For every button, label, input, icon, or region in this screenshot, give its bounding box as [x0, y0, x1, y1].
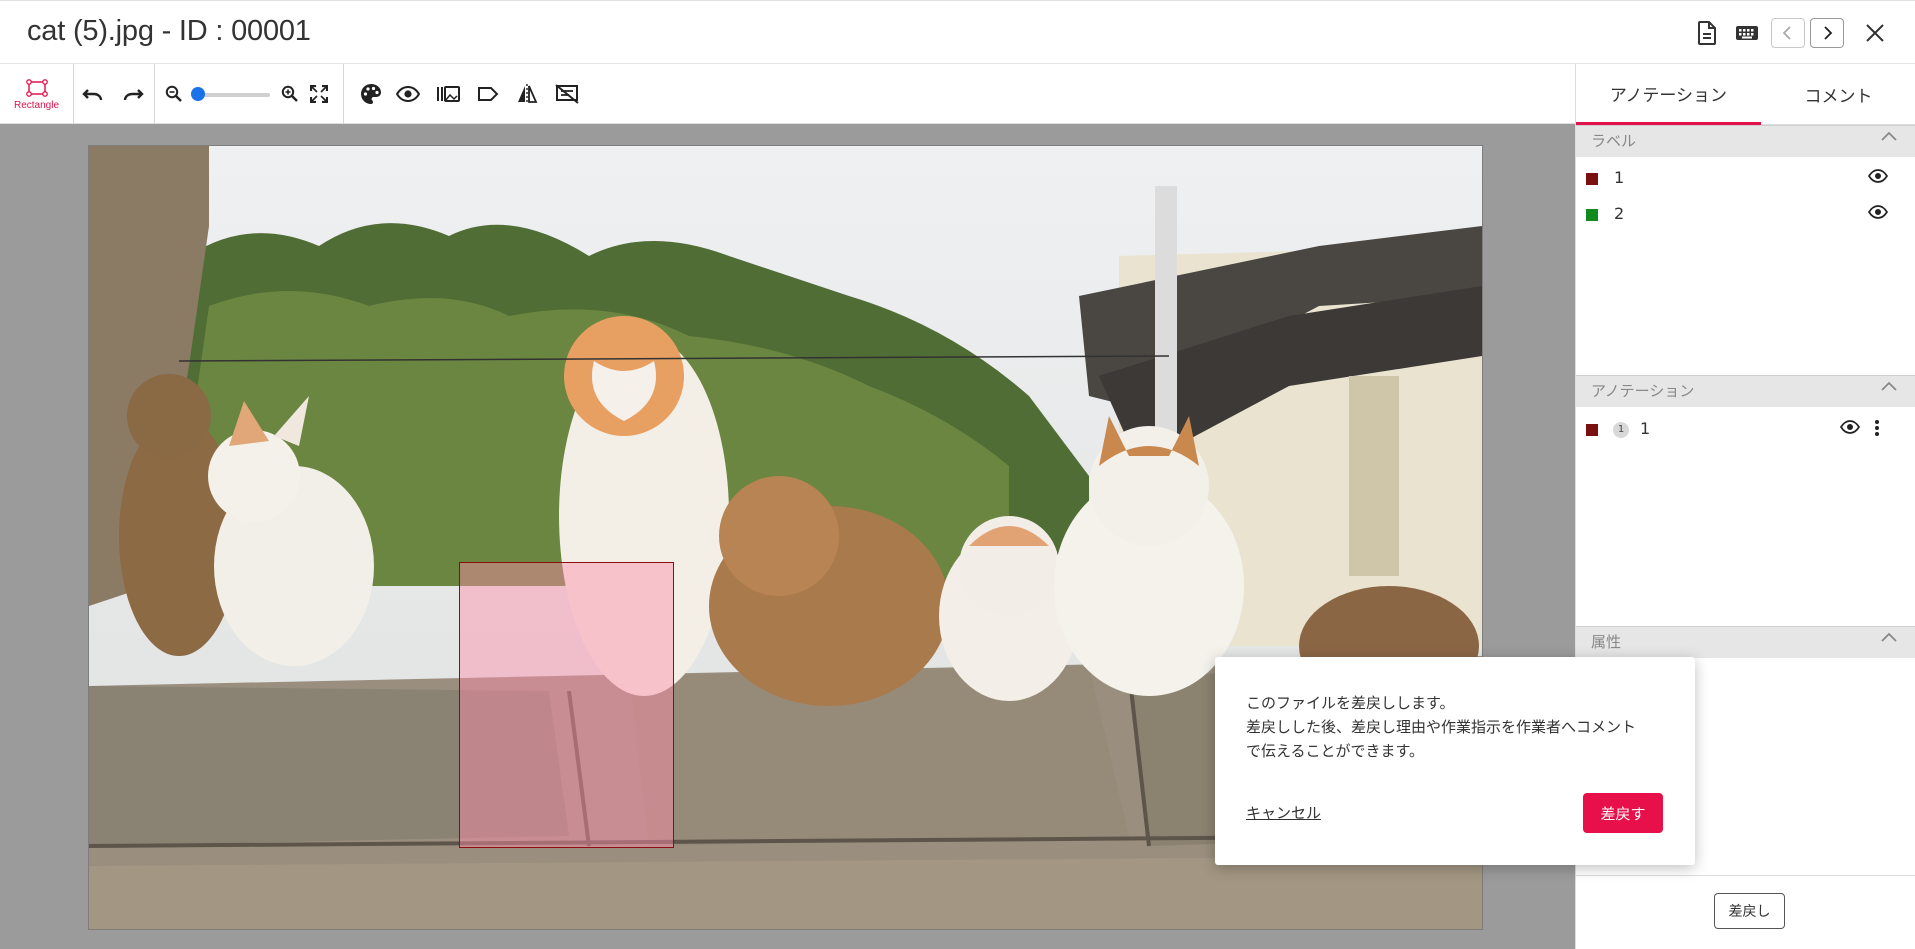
annotations-section-header[interactable]: アノテーション [1576, 375, 1915, 407]
page-title: cat (5).jpg - ID : 00001 [27, 15, 311, 47]
keyboard-icon[interactable] [1729, 15, 1765, 51]
document-icon[interactable] [1689, 15, 1725, 51]
label-row-1[interactable]: 1 [1576, 160, 1915, 196]
label-color-swatch [1586, 209, 1598, 221]
fit-screen-icon[interactable] [305, 80, 333, 108]
popover-message: このファイルを差戻しします。 差戻しした後、差戻し理由や作業指示を作業者へコメン… [1246, 691, 1676, 763]
annotation-bounding-box[interactable] [459, 562, 674, 848]
label-color-swatch [1586, 173, 1598, 185]
previous-file-button[interactable] [1771, 18, 1805, 48]
more-options-icon[interactable] [1874, 418, 1880, 438]
next-file-button[interactable] [1810, 18, 1844, 48]
zoom-slider-track[interactable] [196, 93, 270, 97]
palette-icon[interactable] [357, 80, 385, 108]
chevron-up-icon [1881, 381, 1897, 391]
zoom-out-icon[interactable] [160, 80, 188, 108]
chevron-up-icon [1881, 632, 1897, 642]
popover-message-line-2: 差戻しした後、差戻し理由や作業指示を作業者へコメント [1246, 718, 1637, 736]
label-name: 2 [1614, 204, 1625, 223]
zoom-slider-thumb[interactable] [191, 87, 205, 101]
label-icon[interactable] [474, 80, 502, 108]
panel-tabs: アノテーション コメント [1576, 64, 1915, 125]
chevron-left-icon [1782, 26, 1791, 40]
eye-icon[interactable] [1868, 169, 1888, 183]
cancel-link[interactable]: キャンセル [1246, 802, 1321, 823]
annotations-section-title: アノテーション [1591, 382, 1695, 400]
zoom-in-icon[interactable] [276, 80, 304, 108]
label-row-2[interactable]: 2 [1576, 196, 1915, 232]
undo-icon[interactable] [79, 80, 107, 108]
chevron-right-icon [1824, 26, 1833, 40]
popover-message-line-3: で伝えることができます。 [1246, 742, 1425, 760]
bars-icon[interactable] [434, 80, 462, 108]
hide-labels-icon[interactable] [553, 80, 581, 108]
flip-icon[interactable] [513, 80, 541, 108]
popover-message-line-1: このファイルを差戻しします。 [1246, 694, 1455, 712]
title-bar: cat (5).jpg - ID : 00001 [0, 0, 1915, 64]
annotation-index-badge: 1 [1613, 422, 1629, 438]
labels-section-title: ラベル [1591, 132, 1637, 150]
rectangle-tool-label: Rectangle [13, 99, 60, 111]
return-confirmation-popover: このファイルを差戻しします。 差戻しした後、差戻し理由や作業指示を作業者へコメン… [1215, 657, 1695, 865]
chevron-up-icon [1881, 131, 1897, 141]
eye-icon[interactable] [1840, 420, 1860, 434]
close-icon[interactable] [1857, 15, 1893, 51]
annotation-label: 1 [1640, 419, 1651, 438]
redo-icon[interactable] [119, 80, 147, 108]
rectangle-icon [25, 78, 48, 97]
rectangle-tool-button[interactable]: Rectangle [0, 64, 74, 124]
return-file-button[interactable]: 差戻し [1714, 893, 1785, 929]
labels-section-header[interactable]: ラベル [1576, 125, 1915, 157]
tab-comment[interactable]: コメント [1761, 64, 1915, 125]
annotation-row-1[interactable]: 1 1 [1576, 411, 1915, 447]
attributes-section-title: 属性 [1591, 633, 1622, 651]
panel-footer: 差戻し [1576, 875, 1915, 949]
annotation-color-swatch [1586, 424, 1598, 436]
confirm-return-button[interactable]: 差戻す [1583, 793, 1663, 833]
label-name: 1 [1614, 168, 1625, 187]
tab-annotation[interactable]: アノテーション [1576, 64, 1761, 125]
eye-icon[interactable] [394, 80, 422, 108]
eye-icon[interactable] [1868, 205, 1888, 219]
attributes-section-header[interactable]: 属性 [1576, 626, 1915, 658]
